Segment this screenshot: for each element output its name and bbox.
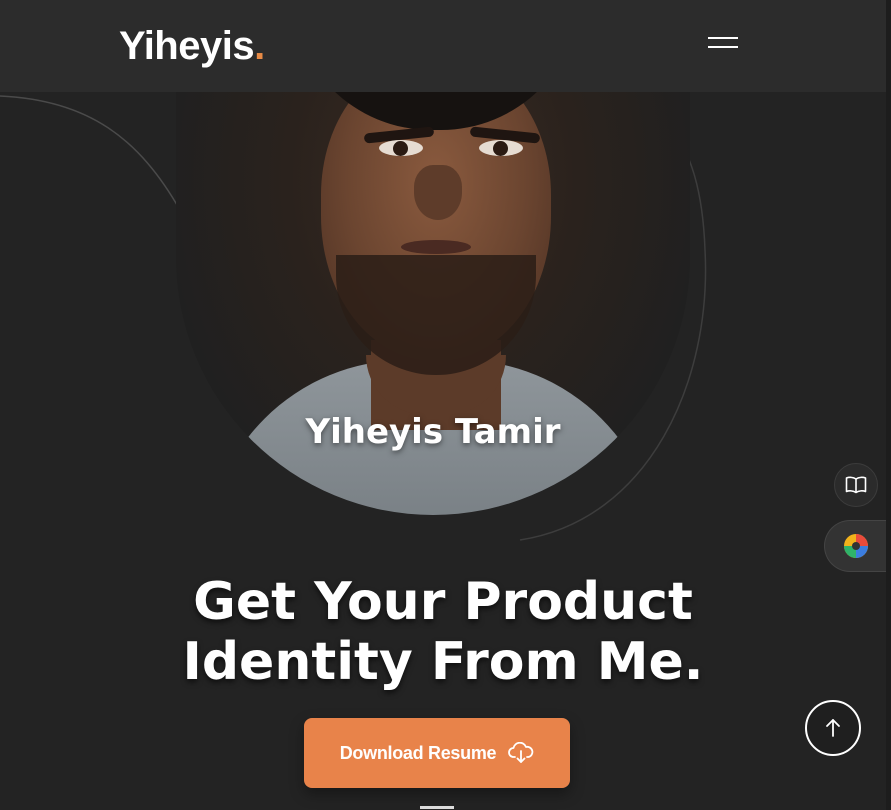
download-resume-label: Download Resume	[339, 742, 497, 763]
logo-text: Yiheyis	[119, 24, 255, 68]
cloud-download-icon	[508, 742, 534, 763]
scroll-to-top-button[interactable]	[805, 700, 861, 756]
color-palette-icon	[843, 534, 868, 558]
top-navbar: Yiheyis.	[0, 0, 886, 92]
hero-headline: Get Your Product Identity From Me.	[0, 572, 886, 692]
theme-color-button[interactable]	[824, 520, 886, 572]
headline-line-2: Identity From Me.	[182, 632, 704, 692]
download-resume-button[interactable]: Download Resume	[304, 718, 570, 788]
hamburger-menu-icon[interactable]	[706, 36, 740, 56]
site-logo[interactable]: Yiheyis.	[119, 24, 265, 68]
headline-line-1: Get Your Product	[193, 572, 693, 632]
arrow-up-icon	[826, 719, 840, 737]
scroll-indicator	[420, 806, 454, 809]
open-book-icon	[845, 476, 867, 494]
page-edge	[886, 0, 891, 810]
portrait-name: Yiheyis Tamir	[305, 412, 561, 452]
logo-dot: .	[254, 24, 265, 68]
open-book-button[interactable]	[834, 463, 878, 507]
